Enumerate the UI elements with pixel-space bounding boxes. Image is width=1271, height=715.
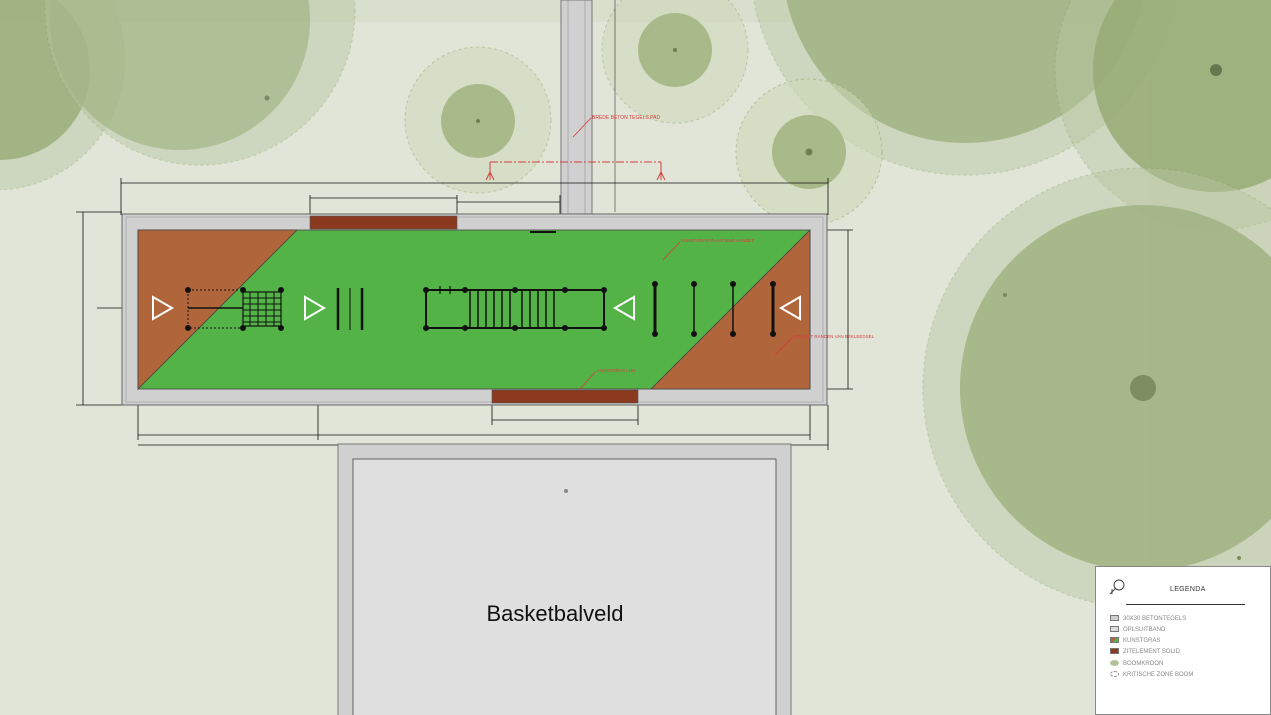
legend-swatch	[1110, 660, 1119, 667]
legend-swatch	[1110, 648, 1119, 655]
tree-trunk	[805, 148, 813, 156]
legend-item-label: KRITISCHE ZONE BOOM	[1123, 672, 1194, 678]
legend-swatch	[1110, 615, 1119, 622]
basketball-court-label: Basketbalveld	[487, 601, 624, 626]
legend-swatch	[1110, 637, 1119, 644]
legend-item-kritische-zone: KRITISCHE ZONE BOOM	[1110, 670, 1193, 680]
tree-trunk	[476, 119, 480, 123]
tree-trunk	[264, 95, 270, 101]
tree-trunk	[673, 48, 677, 52]
tree-trunk	[1237, 556, 1241, 560]
legend-item-zitelement: ZITELEMENT SOLID	[1110, 647, 1180, 657]
compass-icon	[1109, 579, 1125, 595]
bench-bottom	[491, 389, 639, 404]
legend-item-label: KUNSTGRAS	[1123, 638, 1161, 644]
tree-trunk	[1130, 375, 1156, 401]
tree-trunk	[1210, 64, 1222, 76]
legend-panel: LEGENDA 30X30 BETONTEGELS OPLSUITBAND KU…	[1095, 566, 1271, 715]
legend-title: LEGENDA	[1170, 586, 1206, 593]
legend-swatch	[1110, 671, 1119, 678]
annotation-turf-edge-bottom: KUNSTGRAS LIJN	[597, 368, 636, 373]
legend-divider	[1126, 604, 1245, 605]
legend-item-opsluitband: OPLSUITBAND	[1110, 625, 1165, 635]
legend-item-kunstgras: KUNSTGRAS	[1110, 636, 1160, 646]
bench-top	[309, 215, 458, 230]
legend-item-label: 30X30 BETONTEGELS	[1123, 616, 1187, 622]
legend-item-label: OPLSUITBAND	[1123, 627, 1166, 633]
annotation-rubber-edge: OPSLUIT RANDEN VAN BEKLEEDSEL	[794, 334, 875, 339]
legend-item-boomkroon: BOOMKROON	[1110, 659, 1163, 669]
legend-item-label: BOOMKROON	[1123, 661, 1164, 667]
legend-swatch	[1110, 626, 1119, 633]
legend-item-betontegels: 30X30 BETONTEGELS	[1110, 614, 1186, 624]
legend-item-label: ZITELEMENT SOLID	[1123, 649, 1180, 655]
basketball-court	[337, 443, 792, 715]
annotation-concrete-path: BREDE BETON TEGELS PAD	[592, 115, 660, 121]
tree-trunk	[1003, 293, 1007, 297]
annotation-turf-edge-top: KUNSTGRAS PLAATSING AANZET	[681, 238, 754, 243]
site-plan: BREDE BETON TEGELS PAD KUNSTGRAS PLAATSI…	[0, 0, 1271, 715]
fitness-field	[137, 229, 811, 390]
